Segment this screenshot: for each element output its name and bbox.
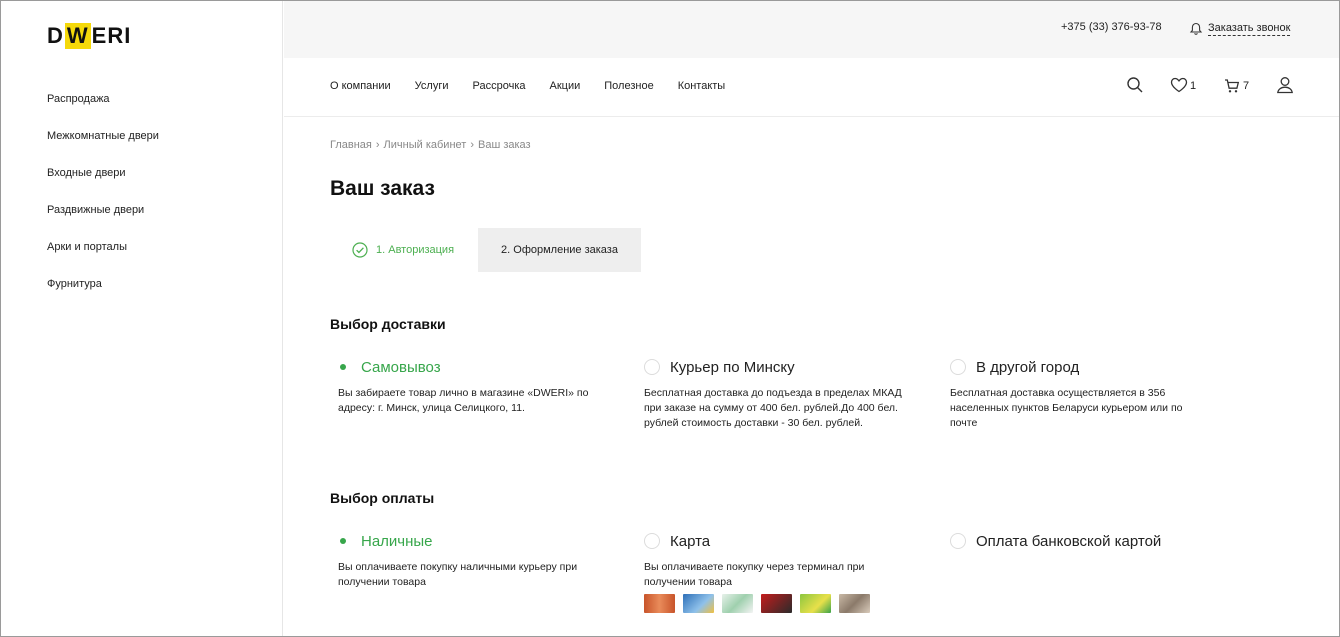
payment-option-desc: Вы оплачиваете покупку через терминал пр…	[644, 561, 865, 588]
card-icon-4	[761, 594, 792, 613]
callback-link[interactable]: Заказать звонок	[1208, 21, 1291, 36]
sidebar-item-entrance-doors[interactable]: Входные двери	[47, 165, 159, 202]
sidebar-item-interior-doors[interactable]: Межкомнатные двери	[47, 128, 159, 165]
favorites-count: 1	[1190, 80, 1197, 92]
breadcrumb-home[interactable]: Главная	[330, 139, 372, 151]
breadcrumb-current: Ваш заказ	[477, 139, 531, 151]
radio-bank-card[interactable]	[950, 533, 966, 549]
payment-option-desc: Вы оплачиваете покупку наличными курьеру…	[338, 561, 578, 588]
card-icon-1	[644, 594, 675, 613]
nav-icons: 1 7	[284, 76, 1339, 98]
breadcrumb-separator: ›	[470, 139, 474, 151]
delivery-option-other-city[interactable]: В другой город Бесплатная доставка осуще…	[950, 357, 1230, 431]
step-checkout-label: 2. Оформление заказа	[501, 244, 618, 256]
card-icon-2	[683, 594, 714, 613]
sidebar: D W ERI Распродажа Межкомнатные двери Вход…	[1, 1, 283, 636]
delivery-option-desc: Вы забираете товар лично в магазине «DWE…	[338, 387, 589, 414]
breadcrumb-separator: ›	[375, 139, 380, 151]
cart-count: 7	[1243, 80, 1250, 92]
payment-section-title: Выбор оплаты	[330, 490, 435, 506]
sidebar-item-arches[interactable]: Арки и порталы	[47, 239, 159, 276]
heart-icon[interactable]	[1170, 77, 1188, 93]
radio-pickup[interactable]	[335, 359, 351, 375]
phone-number[interactable]: +375 (33) 376-93-78	[1061, 21, 1162, 33]
main-nav: О компании Услуги Рассрочка Акции Полезн…	[284, 58, 1339, 117]
radio-cash[interactable]	[335, 533, 351, 549]
payment-option-label: Наличные	[361, 532, 433, 550]
logo-letters-eri: ERI	[91, 23, 132, 48]
payment-card-logos	[644, 594, 924, 613]
delivery-option-pickup[interactable]: Самовывоз Вы забираете товар лично в маг…	[335, 357, 615, 416]
payment-option-bank-card[interactable]: Оплата банковской картой	[950, 531, 1230, 551]
user-icon[interactable]	[1276, 76, 1294, 94]
card-icon-6	[839, 594, 870, 613]
sidebar-item-sale[interactable]: Распродажа	[47, 91, 159, 128]
sidebar-nav: Распродажа Межкомнатные двери Входные дв…	[47, 91, 159, 313]
payment-option-label: Оплата банковской картой	[976, 532, 1162, 550]
breadcrumb-account[interactable]: Личный кабинет	[384, 139, 467, 151]
delivery-option-desc: Бесплатная доставка осуществляется в 356…	[950, 387, 1183, 429]
step-authorization-label: 1. Авторизация	[376, 244, 455, 256]
page-title: Ваш заказ	[330, 177, 435, 200]
radio-courier-minsk[interactable]	[644, 359, 660, 375]
logo-letter-d: D	[47, 23, 64, 48]
card-icon-3	[722, 594, 753, 613]
payment-option-card[interactable]: Карта Вы оплачиваете покупку через терми…	[644, 531, 924, 613]
radio-other-city[interactable]	[950, 359, 966, 375]
sidebar-item-sliding-doors[interactable]: Раздвижные двери	[47, 202, 159, 239]
bell-icon	[1189, 22, 1203, 35]
card-icon-5	[800, 594, 831, 613]
logo[interactable]: D W ERI	[47, 23, 131, 49]
delivery-option-label: Курьер по Минску	[670, 358, 795, 376]
delivery-option-label: В другой город	[976, 358, 1080, 376]
top-bar: +375 (33) 376-93-78 Заказать звонок	[284, 1, 1339, 58]
delivery-option-courier-minsk[interactable]: Курьер по Минску Бесплатная доставка до …	[644, 357, 924, 431]
payment-option-cash[interactable]: Наличные Вы оплачиваете покупку наличным…	[335, 531, 615, 590]
payment-option-label: Карта	[670, 532, 711, 550]
logo-letter-w: W	[64, 23, 91, 49]
delivery-option-desc: Бесплатная доставка до подъезда в предел…	[644, 387, 902, 429]
check-circle-icon	[352, 242, 368, 258]
checkout-steps: 1. Авторизация 2. Оформление заказа	[330, 228, 642, 272]
delivery-option-label: Самовывоз	[361, 358, 441, 376]
search-icon[interactable]	[1126, 76, 1144, 94]
delivery-section-title: Выбор доставки	[330, 316, 446, 332]
breadcrumb: Главная › Личный кабинет › Ваш заказ	[330, 139, 531, 151]
cart-icon[interactable]	[1224, 78, 1240, 94]
sidebar-item-hardware[interactable]: Фурнитура	[47, 276, 159, 313]
step-checkout[interactable]: 2. Оформление заказа	[478, 228, 641, 272]
step-authorization[interactable]: 1. Авторизация	[352, 228, 454, 272]
radio-card[interactable]	[644, 533, 660, 549]
